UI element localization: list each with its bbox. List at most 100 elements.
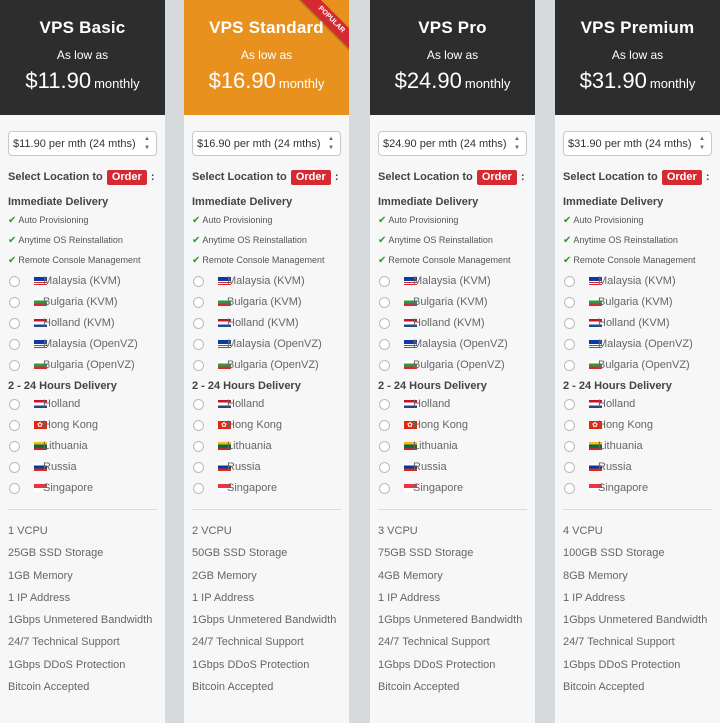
radio-button[interactable] [193,360,204,371]
radio-button[interactable] [379,399,390,410]
location-option[interactable]: Holland [8,394,157,415]
location-option[interactable]: Hong Kong [8,415,157,436]
location-option[interactable]: Holland [378,394,527,415]
location-option[interactable]: Malaysia (KVM) [192,271,341,292]
radio-button[interactable] [193,297,204,308]
location-option[interactable]: Bulgaria (OpenVZ) [8,355,157,376]
radio-button[interactable] [564,360,575,371]
location-option[interactable]: Holland (KVM) [563,313,712,334]
billing-cycle-value: $11.90 per mth (24 mths) [13,138,136,150]
order-button[interactable]: Order [476,170,517,185]
check-icon: ✔ [8,235,17,246]
location-option[interactable]: Lithuania [8,436,157,457]
radio-button[interactable] [193,483,204,494]
location-option[interactable]: Russia [563,457,712,478]
location-option[interactable]: Bulgaria (OpenVZ) [378,355,527,376]
location-option[interactable]: Lithuania [378,436,527,457]
location-option[interactable]: Bulgaria (OpenVZ) [563,355,712,376]
spec-item: 24/7 Technical Support [378,636,490,649]
radio-button[interactable] [193,399,204,410]
colon: : [150,171,155,183]
location-option[interactable]: Malaysia (OpenVZ) [563,334,712,355]
radio-button[interactable] [9,483,20,494]
radio-button[interactable] [193,441,204,452]
radio-button[interactable] [9,276,20,287]
radio-button[interactable] [564,339,575,350]
location-option[interactable]: Singapore [563,478,712,499]
spec-list: 3 VCPU 75GB SSD Storage 4GB Memory 1 IP Add… [378,520,527,698]
radio-button[interactable] [379,339,390,350]
location-option[interactable]: Hong Kong [378,415,527,436]
location-option[interactable]: Malaysia (KVM) [563,271,712,292]
radio-button[interactable] [9,420,20,431]
radio-button[interactable] [379,276,390,287]
feature-item: ✔ Auto Provisioning [563,213,712,228]
location-option[interactable]: Bulgaria (KVM) [563,292,712,313]
location-option[interactable]: Russia [378,457,527,478]
location-option[interactable]: Malaysia (KVM) [8,271,157,292]
radio-button[interactable] [193,462,204,473]
radio-button[interactable] [564,318,575,329]
location-option[interactable]: Russia [192,457,341,478]
location-option[interactable]: Bulgaria (OpenVZ) [192,355,341,376]
check-icon: ✔ [192,215,201,226]
radio-button[interactable] [9,297,20,308]
location-option[interactable]: Singapore [192,478,341,499]
radio-button[interactable] [564,441,575,452]
radio-button[interactable] [379,360,390,371]
radio-button[interactable] [564,462,575,473]
radio-button[interactable] [9,339,20,350]
order-button[interactable]: Order [661,170,702,185]
radio-button[interactable] [193,318,204,329]
radio-button[interactable] [193,276,204,287]
location-option[interactable]: Malaysia (OpenVZ) [192,334,341,355]
location-option[interactable]: Russia [8,457,157,478]
radio-button[interactable] [379,462,390,473]
price-period: monthly [278,76,325,91]
location-option[interactable]: Hong Kong [563,415,712,436]
radio-button[interactable] [564,399,575,410]
radio-button[interactable] [564,276,575,287]
location-option[interactable]: Holland (KVM) [8,313,157,334]
billing-cycle-select[interactable]: $24.90 per mth (24 mths) ▲ ▼ [378,131,527,156]
radio-button[interactable] [9,318,20,329]
radio-button[interactable] [379,318,390,329]
location-label: Bulgaria (OpenVZ) [413,359,505,371]
order-button[interactable]: Order [106,170,147,185]
location-option[interactable]: Holland [192,394,341,415]
location-option[interactable]: Holland (KVM) [378,313,527,334]
location-option[interactable]: Hong Kong [192,415,341,436]
billing-cycle-select[interactable]: $31.90 per mth (24 mths) ▲ ▼ [563,131,712,156]
location-option[interactable]: Holland (KVM) [192,313,341,334]
radio-button[interactable] [379,483,390,494]
radio-button[interactable] [193,420,204,431]
radio-button[interactable] [564,297,575,308]
billing-cycle-select[interactable]: $11.90 per mth (24 mths) ▲ ▼ [8,131,157,156]
location-option[interactable]: Holland [563,394,712,415]
spec-item: 25GB SSD Storage [8,547,104,560]
radio-button[interactable] [193,339,204,350]
location-option[interactable]: Lithuania [563,436,712,457]
location-option[interactable]: Bulgaria (KVM) [378,292,527,313]
billing-cycle-select[interactable]: $16.90 per mth (24 mths) ▲ ▼ [192,131,341,156]
radio-button[interactable] [564,420,575,431]
radio-button[interactable] [379,441,390,452]
location-option[interactable]: Malaysia (OpenVZ) [378,334,527,355]
radio-button[interactable] [9,360,20,371]
location-option[interactable]: Singapore [378,478,527,499]
location-label: Singapore [598,482,649,494]
order-button[interactable]: Order [290,170,331,185]
radio-button[interactable] [9,462,20,473]
location-option[interactable]: Lithuania [192,436,341,457]
plan-name: VPS Premium [580,18,695,37]
radio-button[interactable] [379,420,390,431]
location-option[interactable]: Singapore [8,478,157,499]
location-option[interactable]: Bulgaria (KVM) [8,292,157,313]
radio-button[interactable] [564,483,575,494]
radio-button[interactable] [9,441,20,452]
location-option[interactable]: Malaysia (OpenVZ) [8,334,157,355]
location-option[interactable]: Bulgaria (KVM) [192,292,341,313]
radio-button[interactable] [9,399,20,410]
location-option[interactable]: Malaysia (KVM) [378,271,527,292]
radio-button[interactable] [379,297,390,308]
